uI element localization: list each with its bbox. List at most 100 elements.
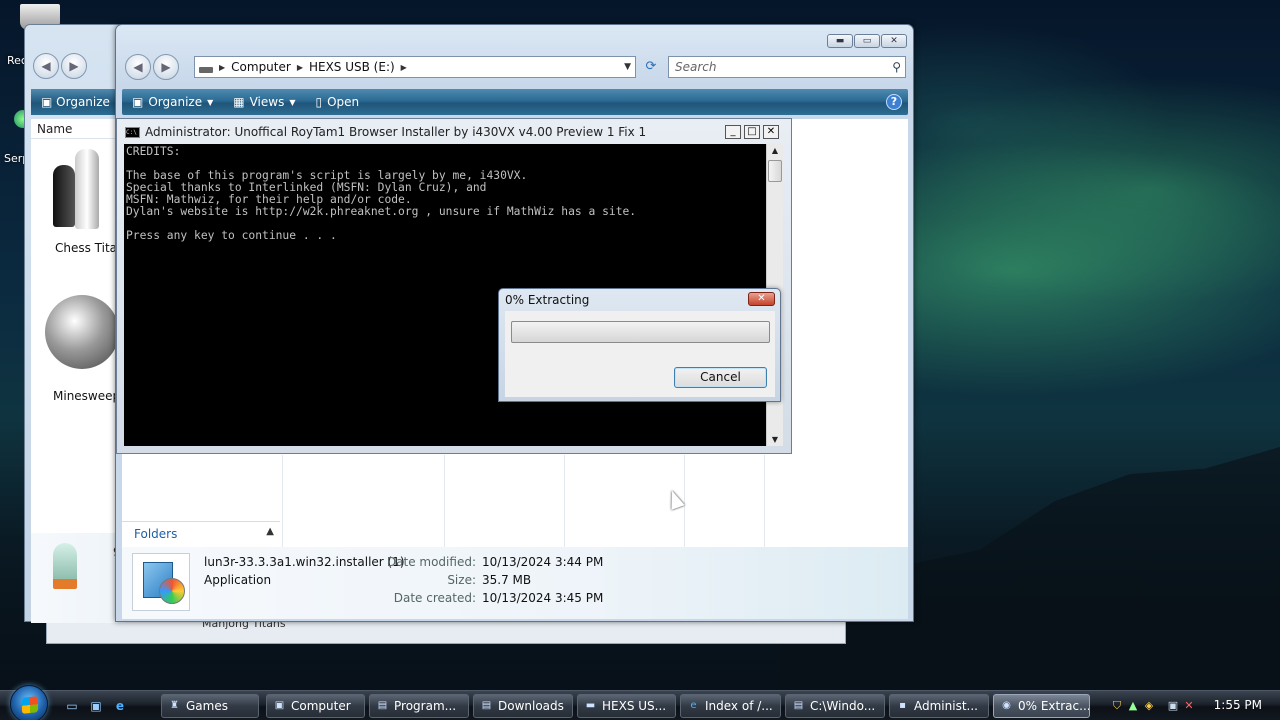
details-date-modified-label: Date modified: [386,555,476,569]
views-label: Views [249,95,285,109]
taskbar-button[interactable]: e Index of /... [680,694,781,718]
dialog-body: Cancel [505,311,775,397]
start-button[interactable] [10,685,48,720]
ie-icon: e [690,700,697,711]
back-toolbar: ▣ Organize [31,89,125,115]
breadcrumb-separator-icon: ▶ [296,62,303,72]
help-icon[interactable]: ? [886,94,902,110]
taskbar-button-label: Games [186,699,228,713]
clock[interactable]: 1:55 PM [1214,698,1262,712]
address-bar[interactable]: ▶ Computer ▶ HEXS USB (E:) ▶ ▼ [194,56,636,78]
computer-icon: ▣ [274,700,285,711]
breadcrumb-drive[interactable]: HEXS USB (E:) [309,60,395,74]
column-divider [564,455,565,547]
open-button[interactable]: ▯ Open [306,95,370,109]
cmd-icon: ▪ [899,700,906,711]
taskbar-button[interactable]: ▪ Administ... [889,694,989,718]
network-status-icon[interactable]: ▣ [1166,699,1180,712]
column-header-label: Name [37,122,73,136]
details-file-type: Application [204,573,272,587]
installer-icon [132,553,190,611]
chevron-down-icon: ▼ [289,97,296,107]
scroll-thumb[interactable] [768,160,782,182]
installer-icon: ◉ [1002,700,1011,711]
taskbar-button[interactable]: ▤ Program... [369,694,469,718]
safely-remove-icon[interactable]: ▲ [1126,699,1140,712]
column-header-name[interactable]: Name [31,119,125,139]
taskbar-button-label: C:\Windo... [810,699,876,713]
details-size-label: Size: [447,573,476,587]
console-window[interactable]: C:\ Administrator: Unoffical RoyTam1 Bro… [116,118,792,454]
dialog-close-button[interactable]: ✕ [748,292,775,306]
back-organize-button[interactable]: Organize [56,95,110,109]
details-date-modified: 10/13/2024 3:44 PM [482,555,604,569]
column-divider [444,455,445,547]
drive-icon [199,67,213,73]
cancel-button[interactable]: Cancel [674,367,767,388]
folder-icon: ▤ [793,700,804,711]
column-divider [764,455,765,547]
forward-icon[interactable]: ▶ [153,54,179,80]
security-shield-icon[interactable]: ⛉ [1110,699,1124,713]
taskbar-button-label: Downloads [498,699,564,713]
taskbar: ▭ ▣ e ♜ Games ▣ Computer ▤ Program... ▤ Downloa… [0,685,1280,720]
extracting-dialog[interactable]: 0% Extracting ✕ Cancel [498,288,781,402]
organize-label: Organize [148,95,203,109]
breadcrumb-computer[interactable]: Computer [231,60,291,74]
taskbar-button[interactable]: ◉ 0% Extrac... [993,694,1090,718]
details-date-created-label: Date created: [393,591,476,605]
taskbar-button-label: Computer [291,699,351,713]
ie-icon[interactable]: e [112,699,128,713]
chess-titans-icon[interactable] [49,145,105,235]
extract-progress-bar [511,321,770,343]
taskbar-button-label: HEXS US... [602,699,667,713]
open-label: Open [327,95,360,109]
details-pane: lun3r-33.3.3a1.win32.installer (1) Appli… [122,547,908,619]
cmd-icon: C:\ [125,126,140,138]
console-title: Administrator: Unoffical RoyTam1 Browser… [145,125,647,139]
console-maximize-button[interactable]: □ [744,125,760,139]
show-desktop-icon[interactable]: ▭ [64,699,80,713]
taskbar-button[interactable]: ▤ C:\Windo... [785,694,885,718]
maximize-button[interactable]: ▭ [854,34,880,48]
games-icon: ♜ [170,700,179,711]
forward-icon[interactable]: ▶ [61,53,87,79]
caption-buttons: ▬ ▭ ✕ [827,34,907,48]
switch-windows-icon[interactable]: ▣ [88,699,104,713]
breadcrumb-separator-icon: ▶ [219,62,226,72]
taskbar-button[interactable]: ▣ Computer [266,694,365,718]
folder-icon: ▤ [481,700,492,711]
volume-muted-icon[interactable]: ✕ [1182,699,1196,712]
back-explorer-window[interactable]: ◀ ▶ ▣ Organize Name Chess Titan Mineswee… [24,24,128,623]
minimize-button[interactable]: ▬ [827,34,853,48]
folders-toggle[interactable]: Folders ▲ [122,521,280,545]
back-icon[interactable]: ◀ [125,54,151,80]
search-input[interactable]: Search ⚲ [668,56,906,78]
trophy-icon [53,543,77,589]
drive-icon: ▬ [585,700,596,711]
organize-icon: ▣ [41,95,53,109]
command-bar: ▣ Organize ▼ ▦ Views ▼ ▯ Open ? [122,89,908,115]
search-icon[interactable]: ⚲ [892,57,901,77]
organize-icon: ▣ [132,95,144,109]
network-icon[interactable]: ◈ [1142,699,1156,712]
windows-logo-icon [22,696,38,714]
taskbar-button[interactable]: ♜ Games [161,694,259,718]
organize-button[interactable]: ▣ Organize ▼ [122,95,223,109]
console-close-button[interactable]: ✕ [763,125,779,139]
close-button[interactable]: ✕ [881,34,907,48]
views-button[interactable]: ▦ Views ▼ [223,95,305,109]
taskbar-button[interactable]: ▤ Downloads [473,694,573,718]
scroll-down-icon[interactable]: ▼ [767,435,783,444]
taskbar-button[interactable]: ▬ HEXS US... [577,694,676,718]
taskbar-button-label: Administ... [914,699,978,713]
scroll-up-icon[interactable]: ▲ [767,146,783,155]
taskbar-button-label: 0% Extrac... [1018,699,1090,713]
address-dropdown-icon[interactable]: ▼ [624,62,631,72]
folders-label: Folders [134,527,178,541]
refresh-icon[interactable]: ⟳ [642,56,660,78]
minesweeper-icon[interactable] [45,295,119,369]
taskbar-button-label: Index of /... [705,699,773,713]
back-icon[interactable]: ◀ [33,53,59,79]
console-minimize-button[interactable]: _ [725,125,741,139]
